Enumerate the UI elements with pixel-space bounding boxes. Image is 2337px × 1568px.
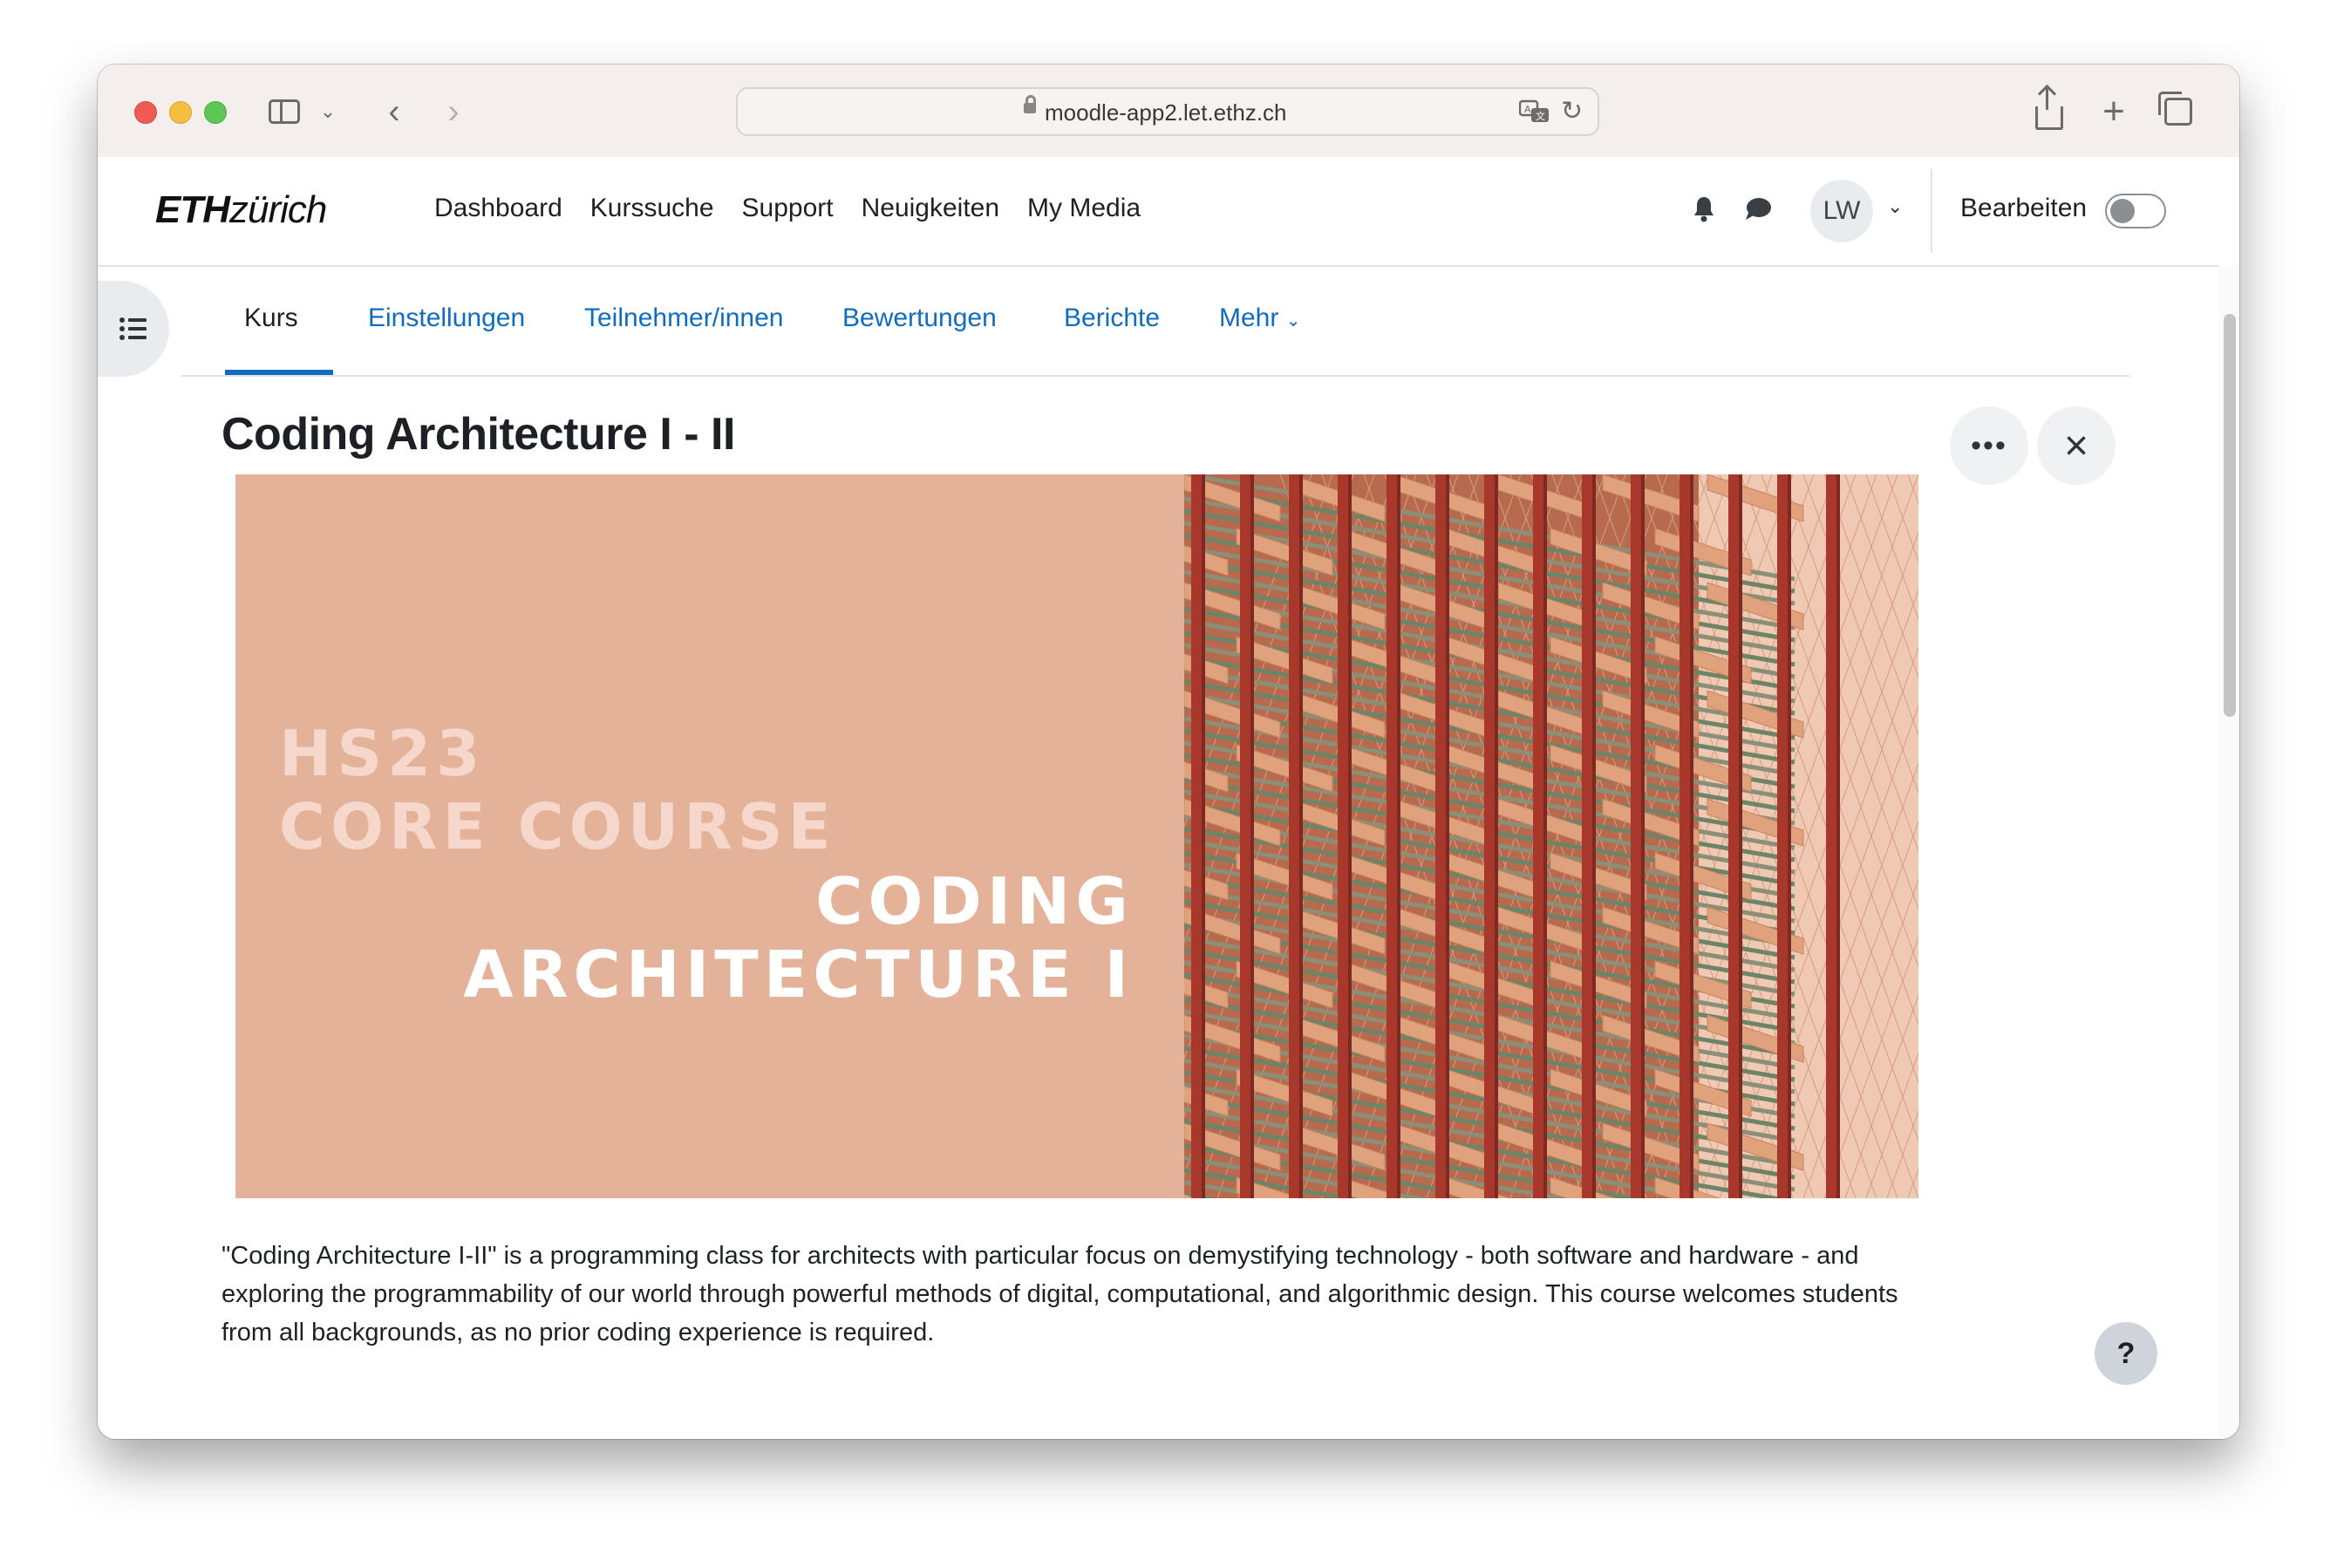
- tab-kurs[interactable]: Kurs: [244, 303, 298, 333]
- reload-icon[interactable]: ↻: [1561, 96, 1583, 126]
- chat-icon[interactable]: [1741, 192, 1775, 227]
- tab-overview-icon[interactable]: [2158, 91, 2197, 133]
- eth-logo[interactable]: ETHzürich: [155, 188, 327, 232]
- user-avatar[interactable]: LW: [1810, 180, 1873, 242]
- translate-icon[interactable]: A文: [1518, 99, 1550, 124]
- tab-bewertungen[interactable]: Bewertungen: [842, 303, 997, 333]
- divider: [1931, 169, 1932, 253]
- nav-support[interactable]: Support: [742, 194, 834, 223]
- course-banner-image: HS23 CORE COURSE CODING ARCHITECTURE I: [235, 474, 1918, 1198]
- sidebar-toggle-icon[interactable]: [265, 91, 303, 133]
- tab-berichte[interactable]: Berichte: [1064, 303, 1160, 333]
- primary-navigation: Dashboard Kurssuche Support Neuigkeiten …: [434, 194, 1141, 223]
- nav-neuigkeiten[interactable]: Neuigkeiten: [862, 194, 999, 223]
- minimize-window-button[interactable]: [169, 101, 192, 124]
- back-icon[interactable]: ‹: [377, 91, 412, 133]
- browser-toolbar: ⌄ ‹ › moodle-app2.let.ethz.ch A文 ↻ +: [98, 65, 2239, 159]
- forward-icon[interactable]: ›: [436, 91, 471, 133]
- more-options-button[interactable]: •••: [1950, 406, 2028, 485]
- site-navbar: ETHzürich Dashboard Kurssuche Support Ne…: [98, 157, 2239, 267]
- nav-my-media[interactable]: My Media: [1027, 194, 1141, 223]
- address-bar[interactable]: moodle-app2.let.ethz.ch A文 ↻: [736, 87, 1599, 136]
- edit-mode-label: Bearbeiten: [1960, 194, 2088, 222]
- secondary-navigation: Kurs Einstellungen Teilnehmer/innen Bewe…: [181, 265, 2129, 377]
- banner-line-1: HS23: [279, 717, 486, 790]
- lock-icon: [1024, 95, 1036, 113]
- course-description: "Coding Architecture I-II" is a programm…: [221, 1242, 1898, 1346]
- banner-semester-text: HS23 CORE COURSE: [279, 717, 836, 863]
- svg-text:A: A: [1524, 104, 1531, 115]
- banner-line-3: CODING: [815, 864, 1134, 939]
- tab-mehr[interactable]: Mehr ⌄: [1219, 303, 1300, 333]
- close-icon[interactable]: ×: [2037, 406, 2116, 485]
- browser-window: ⌄ ‹ › moodle-app2.let.ethz.ch A文 ↻ + ETH…: [98, 65, 2239, 1439]
- chevron-down-icon: ⌄: [1285, 311, 1301, 331]
- tab-teilnehmer[interactable]: Teilnehmer/innen: [584, 303, 783, 333]
- list-icon: [119, 317, 146, 340]
- zoom-window-button[interactable]: [204, 101, 227, 124]
- chevron-down-icon[interactable]: ⌄: [317, 91, 338, 133]
- bell-icon[interactable]: [1686, 192, 1721, 227]
- scrollbar-thumb[interactable]: [2224, 314, 2236, 717]
- banner-line-4: ARCHITECTURE I: [463, 937, 1134, 1012]
- course-index-toggle[interactable]: [98, 281, 169, 377]
- close-window-button[interactable]: [134, 101, 157, 124]
- timber-structure-illustration: [1184, 474, 1918, 1198]
- edit-mode-toggle[interactable]: [2105, 194, 2166, 228]
- page-title: Coding Architecture I - II: [221, 409, 735, 460]
- chevron-down-icon[interactable]: ⌄: [1887, 195, 1903, 218]
- tab-einstellungen[interactable]: Einstellungen: [368, 303, 525, 333]
- nav-kurssuche[interactable]: Kurssuche: [590, 194, 714, 223]
- url-text: moodle-app2.let.ethz.ch: [1045, 99, 1287, 126]
- banner-course-text: CODING ARCHITECTURE I: [463, 865, 1134, 1012]
- help-button[interactable]: ?: [2095, 1322, 2157, 1385]
- banner-line-2: CORE COURSE: [279, 790, 836, 863]
- new-tab-icon[interactable]: +: [2095, 90, 2133, 133]
- nav-dashboard[interactable]: Dashboard: [434, 194, 562, 223]
- tab-mehr-label: Mehr: [1219, 303, 1279, 332]
- svg-text:文: 文: [1536, 110, 1545, 122]
- active-tab-indicator: [225, 370, 333, 375]
- share-icon[interactable]: [2030, 86, 2068, 133]
